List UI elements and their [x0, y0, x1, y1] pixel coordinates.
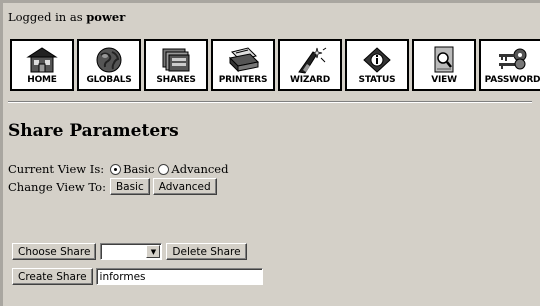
nav-globals-button[interactable]: GLOBALS: [77, 39, 141, 91]
page-title: Share Parameters: [8, 121, 179, 141]
window-frame-left: [0, 0, 3, 306]
nav-printers-button[interactable]: PRINTERS: [211, 39, 275, 91]
window-frame-top: [0, 0, 540, 3]
printer-icon: [228, 47, 260, 73]
nav-home-button[interactable]: HOME: [10, 39, 74, 91]
nav-toolbar: HOME GLOBALS SHARES PRINTERS WIZARD STAT…: [10, 39, 540, 91]
share-select-row: Choose Share ▼ Delete Share: [12, 243, 247, 260]
share-select[interactable]: ▼: [100, 243, 163, 260]
login-status: Logged in as power: [8, 10, 125, 24]
advanced-radio[interactable]: [158, 163, 170, 175]
nav-view-label: VIEW: [431, 75, 457, 85]
nav-status-button[interactable]: STATUS: [345, 39, 409, 91]
key-icon: [498, 48, 526, 70]
nav-printers-label: PRINTERS: [218, 75, 268, 85]
nav-view-button[interactable]: VIEW: [412, 39, 476, 91]
globe-icon: [96, 47, 122, 73]
change-view-label: Change View To:: [8, 179, 106, 194]
nav-shares-label: SHARES: [156, 75, 196, 85]
current-view-row: Current View Is: Basic Advanced: [8, 162, 228, 176]
delete-share-button[interactable]: Delete Share: [166, 243, 247, 260]
wizard-wand-icon: [298, 47, 327, 74]
basic-radio[interactable]: [110, 163, 122, 175]
view-document-icon: [434, 46, 454, 73]
nav-password-label: PASSWORD: [484, 75, 540, 85]
divider: [8, 101, 532, 103]
nav-shares-button[interactable]: SHARES: [144, 39, 208, 91]
login-prefix: Logged in as: [8, 10, 83, 24]
basic-view-button[interactable]: Basic: [109, 178, 150, 195]
choose-share-button[interactable]: Choose Share: [12, 243, 97, 260]
house-icon: [26, 47, 58, 73]
create-share-row: Create Share: [12, 268, 263, 285]
nav-wizard-button[interactable]: WIZARD: [278, 39, 342, 91]
current-view-label: Current View Is:: [8, 162, 105, 176]
advanced-radio-label: Advanced: [171, 162, 229, 176]
basic-radio-label: Basic: [123, 162, 155, 176]
login-username: power: [86, 10, 126, 24]
status-icon: [363, 47, 391, 73]
nav-globals-label: GLOBALS: [86, 75, 132, 85]
nav-wizard-label: WIZARD: [290, 75, 330, 85]
chevron-down-icon[interactable]: ▼: [146, 245, 161, 258]
new-share-name-input[interactable]: [95, 268, 263, 285]
change-view-row: Change View To: Basic Advanced: [8, 178, 217, 195]
nav-home-label: HOME: [27, 75, 57, 85]
nav-status-label: STATUS: [358, 75, 396, 85]
advanced-view-button[interactable]: Advanced: [152, 178, 217, 195]
create-share-button[interactable]: Create Share: [12, 268, 93, 285]
nav-password-button[interactable]: PASSWORD: [479, 39, 540, 91]
folder-share-icon: [162, 48, 190, 72]
